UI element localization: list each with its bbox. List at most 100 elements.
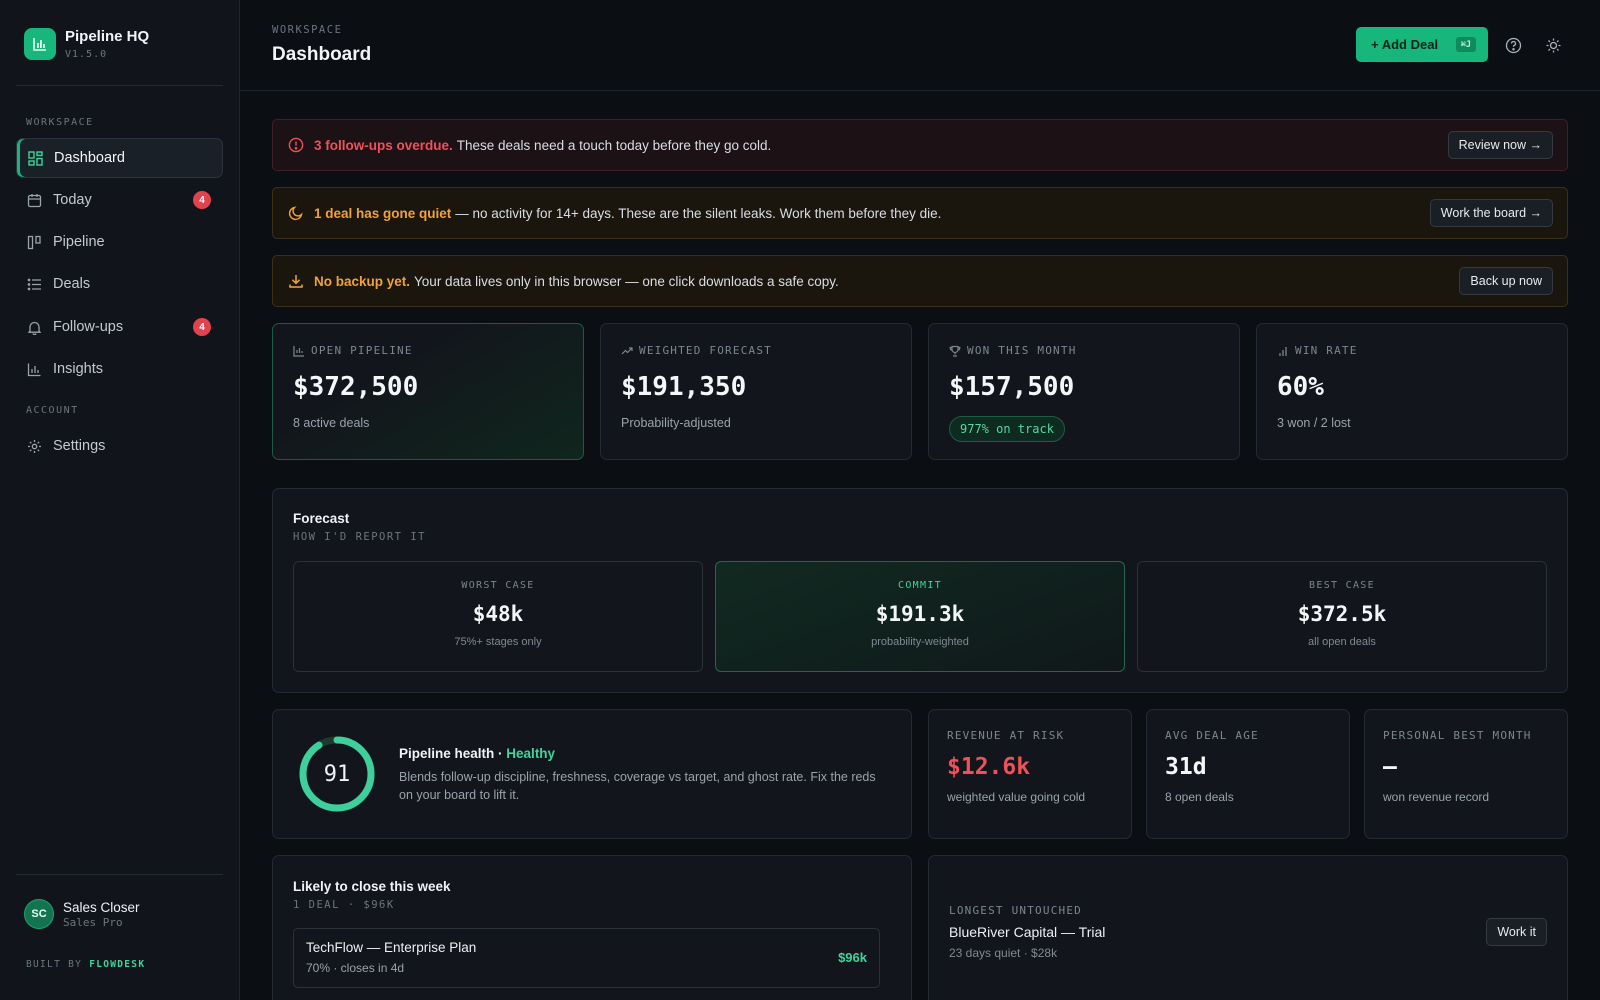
- sidebar-item-follow-ups[interactable]: Follow-ups 4: [16, 307, 223, 347]
- pipeline-health-card: 91 Pipeline health · Healthy Blends foll…: [272, 709, 912, 839]
- stat-subtext: Probability-adjusted: [621, 416, 731, 430]
- work-it-button[interactable]: Work it: [1486, 918, 1547, 946]
- forecast-box-label: WORST CASE: [461, 580, 535, 591]
- sidebar-section-account: ACCOUNT: [26, 405, 79, 416]
- back-up-now-button[interactable]: Back up now: [1459, 267, 1553, 295]
- longest-untouched-label: LONGEST UNTOUCHED: [949, 904, 1082, 917]
- notification-badge: 4: [193, 191, 211, 209]
- sidebar-item-deals[interactable]: Deals: [16, 264, 223, 304]
- on-track-badge: 977% on track: [949, 416, 1065, 442]
- list-icon: [26, 276, 42, 292]
- health-description: Blends follow-up discipline, freshness, …: [399, 770, 876, 802]
- stat-label: WEIGHTED FORECAST: [621, 344, 772, 357]
- stat-value: $191,350: [621, 372, 747, 402]
- health-score-value: 91: [323, 761, 351, 787]
- sidebar-item-settings[interactable]: Settings: [16, 426, 223, 466]
- forecast-box-value: $191.3k: [875, 602, 965, 626]
- help-icon[interactable]: [1503, 35, 1523, 55]
- review-now-button[interactable]: Review now →: [1447, 131, 1553, 159]
- sidebar-item-pipeline[interactable]: Pipeline: [16, 222, 223, 262]
- stat-label: OPEN PIPELINE: [293, 344, 413, 357]
- built-by-name[interactable]: FLOWDESK: [89, 959, 145, 970]
- sidebar-item-label: Follow-ups: [53, 319, 124, 335]
- untouched-deal-name: BlueRiver Capital — Trial: [949, 924, 1106, 940]
- metric-value: —: [1383, 754, 1397, 780]
- bar-chart-icon: [26, 361, 42, 377]
- sidebar-item-label: Pipeline: [53, 234, 105, 250]
- likely-to-close-card: Likely to close this week 1 DEAL · $96K …: [272, 855, 912, 1000]
- signal-bars-icon: [1277, 345, 1289, 357]
- weighted-forecast-card: WEIGHTED FORECAST $191,350 Probability-a…: [600, 323, 912, 460]
- sidebar-item-label: Settings: [53, 438, 106, 454]
- stat-value: $372,500: [293, 372, 419, 402]
- deal-row[interactable]: TechFlow — Enterprise Plan 70% · closes …: [293, 928, 880, 988]
- metric-label: AVG DEAL AGE: [1165, 729, 1259, 742]
- best-case-box: BEST CASE $372.5k all open deals: [1137, 561, 1547, 672]
- top-header: WORKSPACE Dashboard + Add Deal ⌘J: [240, 0, 1600, 91]
- longest-untouched-card: LONGEST UNTOUCHED BlueRiver Capital — Tr…: [928, 855, 1568, 1000]
- work-the-board-button[interactable]: Work the board →: [1429, 199, 1553, 227]
- built-by-prefix: BUILT BY: [26, 959, 83, 970]
- forecast-subtitle: HOW I'D REPORT IT: [293, 531, 426, 543]
- dashboard-icon: [27, 150, 43, 166]
- metric-subtext: weighted value going cold: [947, 790, 1086, 804]
- alert-headline: 3 follow-ups overdue.: [314, 137, 453, 153]
- sidebar-item-label: Today: [53, 192, 92, 208]
- sidebar-item-label: Deals: [53, 276, 91, 292]
- stat-value: 60%: [1277, 372, 1324, 402]
- stat-label: WIN RATE: [1277, 344, 1358, 357]
- moon-icon: [287, 204, 305, 222]
- alert-headline: 1 deal has gone quiet: [314, 205, 452, 221]
- won-this-month-card: WON THIS MONTH $157,500 977% on track: [928, 323, 1240, 460]
- alert-message: These deals need a touch today before th…: [456, 137, 772, 153]
- bar-chart-icon: [293, 345, 305, 357]
- download-icon: [287, 272, 305, 290]
- stat-label-text: OPEN PIPELINE: [311, 344, 413, 357]
- keyboard-shortcut: ⌘J: [1455, 37, 1476, 52]
- sidebar-item-label: Insights: [53, 361, 103, 377]
- add-deal-label: + Add Deal: [1371, 37, 1439, 52]
- stat-subtext: 8 active deals: [293, 416, 370, 430]
- sidebar-item-label: Dashboard: [54, 150, 125, 166]
- metric-label: PERSONAL BEST MONTH: [1383, 729, 1532, 742]
- backup-alert: No backup yet. Your data lives only in t…: [272, 255, 1568, 307]
- health-status: Healthy: [506, 746, 556, 761]
- revenue-at-risk-card: REVENUE AT RISK $12.6k weighted value go…: [928, 709, 1132, 839]
- app-name: Pipeline HQ: [65, 28, 150, 45]
- trophy-icon: [949, 345, 961, 357]
- worst-case-box: WORST CASE $48k 75%+ stages only: [293, 561, 703, 672]
- metric-label: REVENUE AT RISK: [947, 729, 1065, 742]
- commit-box: COMMIT $191.3k probability-weighted: [715, 561, 1125, 672]
- forecast-title: Forecast: [293, 511, 350, 526]
- brand[interactable]: Pipeline HQ V1.5.0: [24, 28, 149, 60]
- stat-label-text: WIN RATE: [1295, 344, 1358, 357]
- forecast-box-label: COMMIT: [898, 580, 942, 591]
- forecast-box-label: BEST CASE: [1309, 580, 1375, 591]
- sidebar-item-insights[interactable]: Insights: [16, 349, 223, 389]
- overdue-followups-alert: 3 follow-ups overdue. These deals need a…: [272, 119, 1568, 171]
- bell-icon: [26, 319, 42, 335]
- app-version: V1.5.0: [65, 49, 108, 60]
- built-by-credit: BUILT BY FLOWDESK: [26, 959, 145, 970]
- open-pipeline-card: OPEN PIPELINE $372,500 8 active deals: [272, 323, 584, 460]
- sidebar-item-today[interactable]: Today 4: [16, 180, 223, 220]
- add-deal-button[interactable]: + Add Deal ⌘J: [1356, 27, 1488, 62]
- forecast-box-subtext: probability-weighted: [871, 636, 969, 648]
- stat-label: WON THIS MONTH: [949, 344, 1077, 357]
- deal-name: TechFlow — Enterprise Plan: [306, 940, 477, 955]
- user-role: Sales Pro: [63, 915, 123, 929]
- sidebar-divider: [16, 85, 223, 86]
- health-title: Pipeline health · Healthy: [399, 746, 555, 761]
- deal-meta: 70% · closes in 4d: [306, 961, 405, 975]
- quiet-deal-alert: 1 deal has gone quiet — no activity for …: [272, 187, 1568, 239]
- avg-deal-age-card: AVG DEAL AGE 31d 8 open deals: [1146, 709, 1350, 839]
- metric-value: 31d: [1165, 754, 1207, 780]
- alert-message: Your data lives only in this browser — o…: [414, 273, 839, 289]
- sun-theme-icon[interactable]: [1543, 35, 1563, 55]
- user-profile[interactable]: SC Sales Closer Sales Pro: [24, 899, 140, 929]
- notification-badge: 4: [193, 318, 211, 336]
- alert-headline: No backup yet.: [314, 273, 411, 289]
- sidebar-item-dashboard[interactable]: Dashboard: [16, 138, 223, 178]
- metric-subtext: 8 open deals: [1165, 790, 1234, 804]
- deal-amount: $96k: [838, 950, 867, 965]
